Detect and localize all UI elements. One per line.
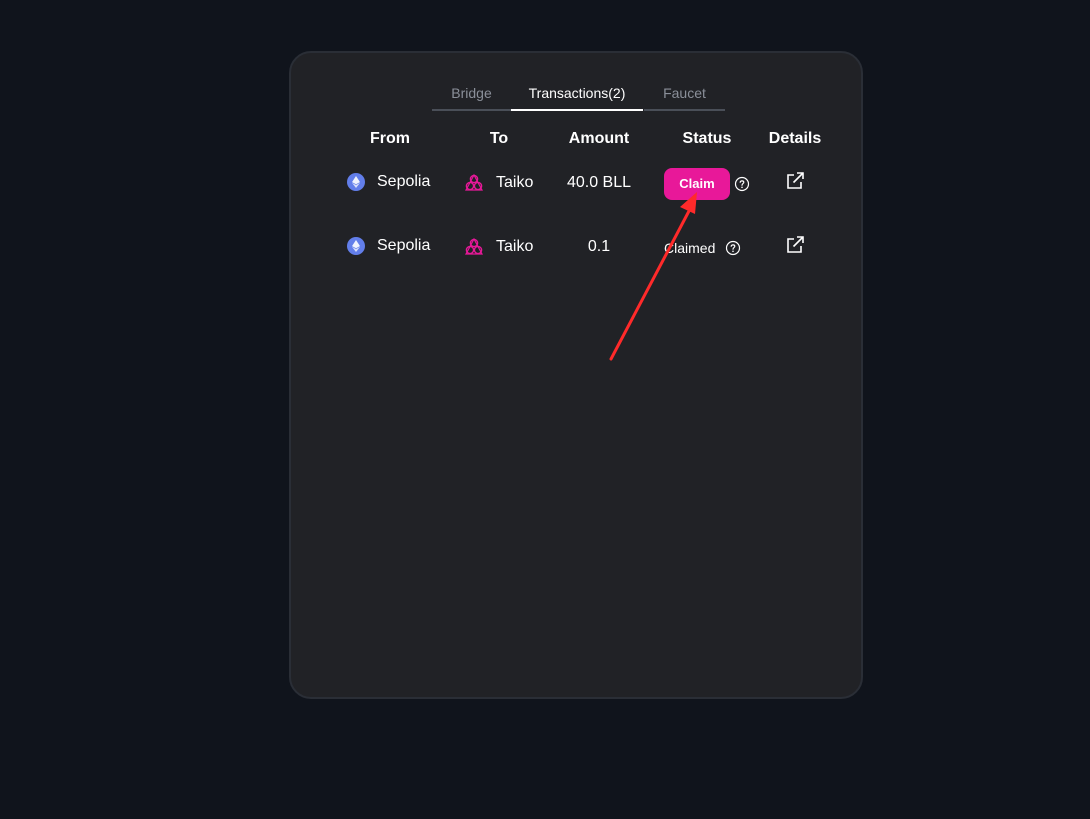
amount-value: 40.0 BLL	[566, 174, 632, 191]
from-chain: Sepolia	[347, 173, 430, 191]
column-header-details: Details	[768, 130, 822, 147]
tab-transactions[interactable]: Transactions(2)	[511, 83, 643, 111]
to-chain: Taiko	[464, 173, 533, 193]
ethereum-icon	[347, 237, 365, 255]
column-header-status: Status	[682, 130, 732, 147]
tab-bridge[interactable]: Bridge	[432, 83, 511, 111]
taiko-icon	[465, 237, 483, 255]
to-chain: Taiko	[464, 237, 533, 257]
claim-button[interactable]: Claim	[664, 168, 730, 200]
column-header-to: To	[489, 130, 509, 147]
from-chain-label: Sepolia	[377, 173, 431, 190]
external-link-icon[interactable]	[785, 171, 805, 191]
tab-bar: Bridge Transactions(2) Faucet	[432, 83, 725, 111]
to-chain-label: Taiko	[496, 238, 534, 255]
column-header-amount: Amount	[568, 130, 630, 147]
amount-value: 0.1	[587, 238, 611, 255]
column-header-from: From	[370, 130, 410, 147]
ethereum-icon	[347, 173, 365, 191]
status-claimed: Claimed	[664, 240, 716, 256]
question-circle-icon[interactable]	[734, 176, 750, 192]
bridge-card: Bridge Transactions(2) Faucet From To Am…	[289, 51, 863, 699]
from-chain-label: Sepolia	[377, 237, 431, 254]
external-link-icon[interactable]	[785, 235, 805, 255]
tab-faucet[interactable]: Faucet	[644, 83, 725, 111]
question-circle-icon[interactable]	[725, 240, 741, 256]
from-chain: Sepolia	[347, 237, 430, 255]
to-chain-label: Taiko	[496, 174, 534, 191]
taiko-icon	[465, 173, 483, 191]
